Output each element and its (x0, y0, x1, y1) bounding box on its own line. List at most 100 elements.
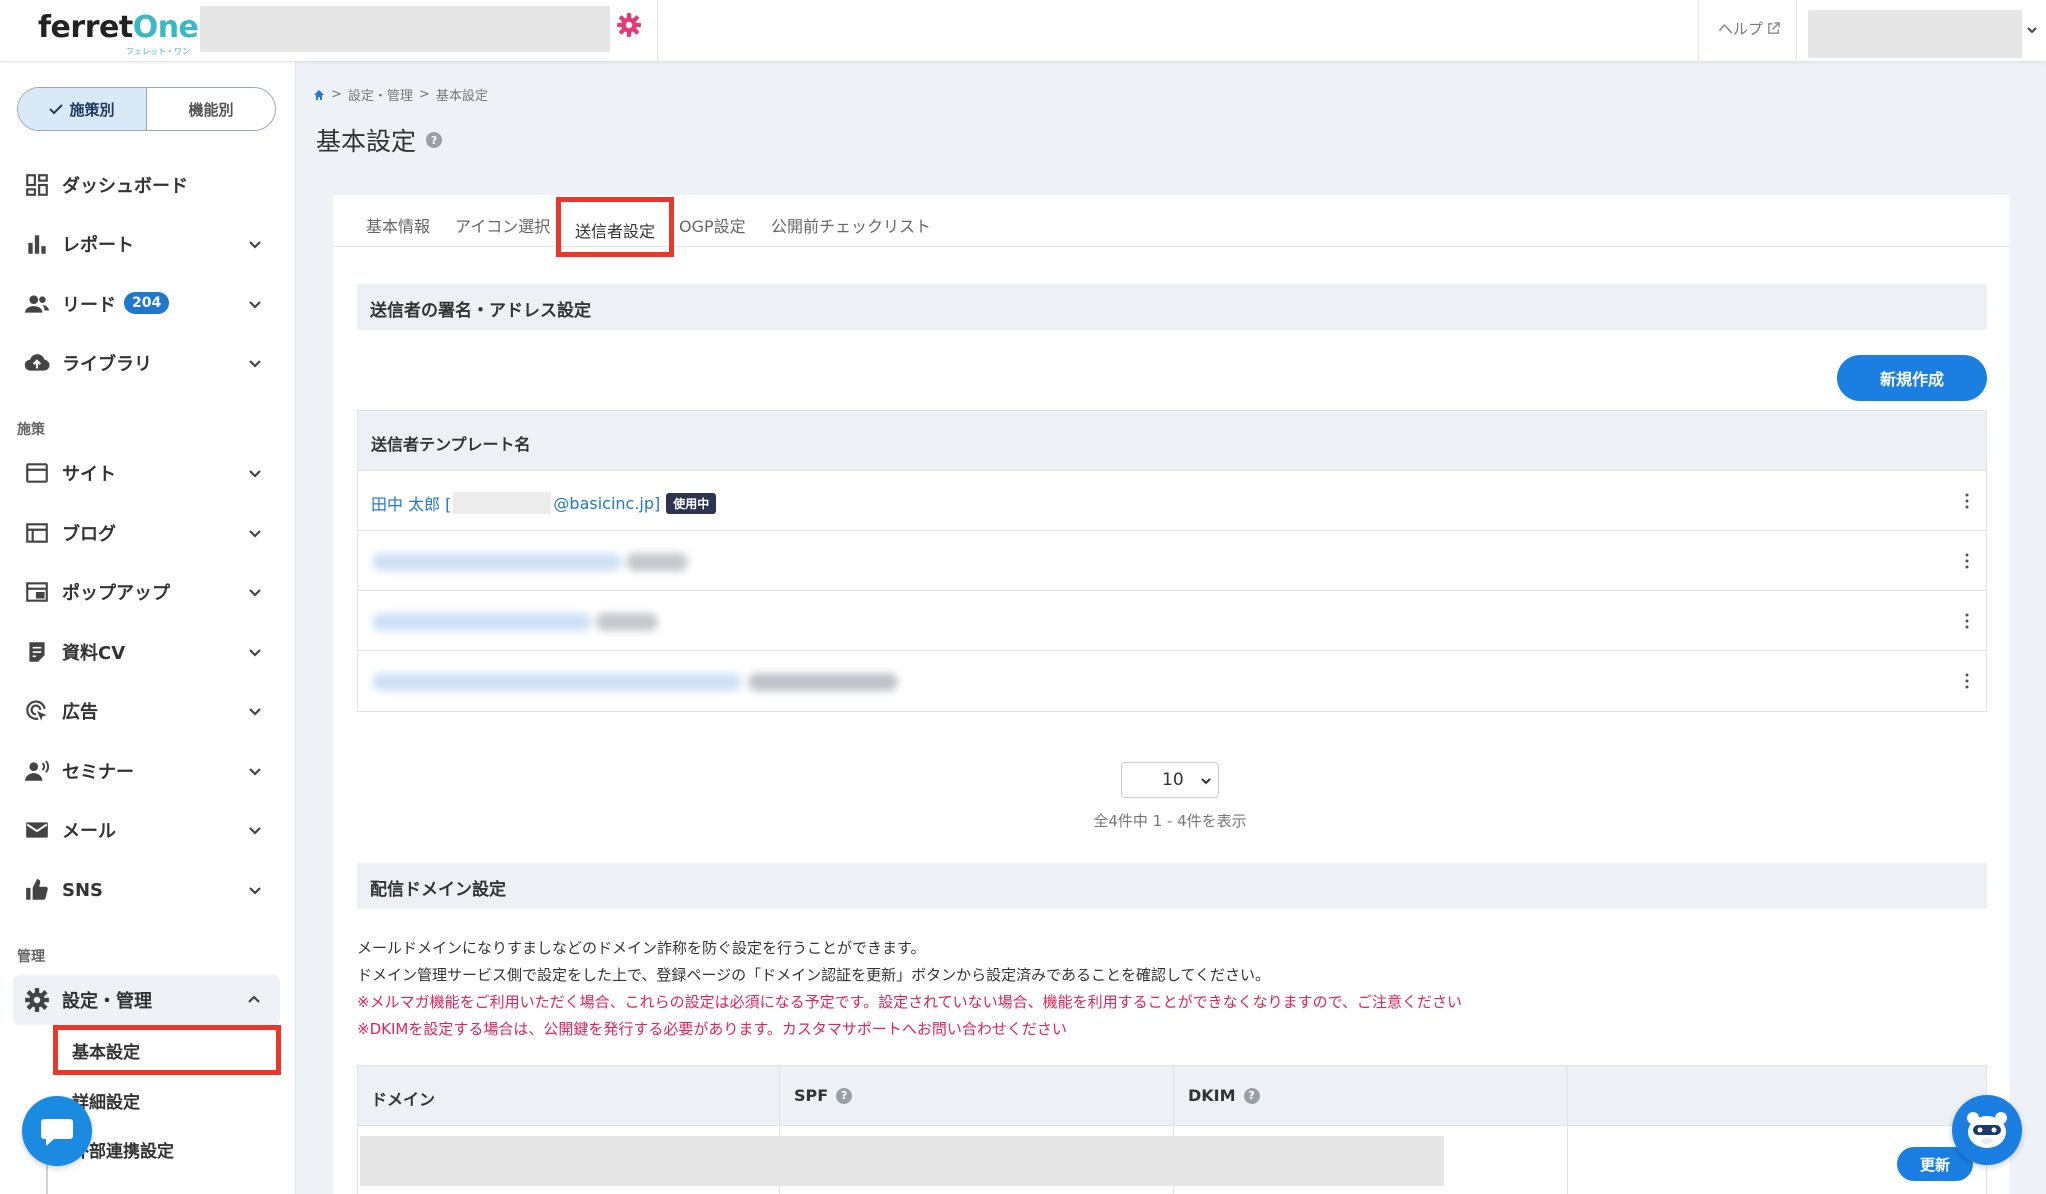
lead-count-badge: 204 (124, 292, 170, 314)
page-size-select[interactable]: 10 (1121, 762, 1219, 798)
sidebar: 施策別 機能別 ダッシュボード レポート リード 204 ライブラリ 施策 サイ… (0, 62, 296, 1194)
header-divider (657, 0, 658, 62)
domain-warning-line: ※DKIMを設定する場合は、公開鍵を発行する必要があります。カスタマサポートへお… (357, 1020, 1067, 1038)
user-menu[interactable] (1808, 10, 2022, 58)
sidebar-item-label: 設定・管理 (62, 991, 152, 1012)
more-options-icon[interactable] (1964, 491, 1970, 511)
sidebar-item-sns[interactable]: SNS (0, 865, 296, 915)
tab-bar: 基本情報 アイコン選択 送信者設定 OGP設定 公開前チェックリスト (333, 195, 2010, 257)
blurred-sender-name (372, 553, 622, 571)
mail-icon (26, 822, 48, 838)
chat-support-button[interactable] (22, 1096, 92, 1166)
domain-table: ドメイン SPF? DKIM? (357, 1065, 1987, 1194)
page-title: 基本設定 ? (316, 122, 443, 158)
blog-icon (26, 523, 48, 543)
sidebar-item-mail[interactable]: メール (0, 805, 296, 855)
header-divider (1796, 0, 1797, 62)
help-question-icon[interactable]: ? (836, 1087, 853, 1104)
tab-icon-select[interactable]: アイコン選択 (455, 213, 550, 237)
more-options-icon[interactable] (1964, 611, 1970, 631)
thumbs-up-icon (26, 879, 48, 900)
chevron-down-icon (249, 708, 261, 716)
speaker-icon (25, 760, 50, 781)
sidebar-item-label: ポップアップ (62, 583, 170, 604)
chevron-down-icon (249, 649, 261, 657)
col-dkim-label: DKIM (1188, 1086, 1236, 1105)
sidebar-item-lead[interactable]: リード 204 (0, 279, 296, 329)
table-row[interactable] (358, 531, 1986, 591)
mode-active-label: 施策別 (69, 100, 115, 119)
sidebar-item-label: リード (62, 295, 116, 316)
domain-desc-line: ドメイン管理サービス側で設定をした上で、登録ページの「ドメイン認証を更新」ボタン… (357, 966, 1271, 984)
assistant-bot-button[interactable] (1952, 1095, 2022, 1165)
col-spf: SPF? (794, 1086, 853, 1105)
table-row[interactable] (358, 591, 1986, 651)
ferret-one-logo[interactable]: ferretOne フェレット・ワン (38, 10, 199, 56)
domain-section-title: 配信ドメイン設定 (357, 863, 1987, 909)
sidebar-item-label: SNS (62, 879, 103, 901)
tab-ogp-settings[interactable]: OGP設定 (679, 213, 746, 237)
header-divider (1698, 0, 1699, 62)
table-row[interactable] (358, 651, 1986, 711)
chevron-down-icon (249, 589, 261, 597)
sidebar-item-popup[interactable]: ポップアップ (0, 567, 296, 617)
sidebar-item-library[interactable]: ライブラリ (0, 338, 296, 388)
mode-by-function-button[interactable]: 機能別 (147, 88, 275, 130)
in-use-badge: 使用中 (666, 492, 717, 514)
more-options-icon[interactable] (1964, 671, 1970, 691)
breadcrumb-separator: > (418, 87, 430, 102)
sidebar-item-seminar[interactable]: セミナー (0, 746, 296, 796)
dashboard-icon (26, 174, 48, 196)
sidebar-item-site[interactable]: サイト (0, 448, 296, 498)
domain-desc-line: メールドメインになりすましなどのドメイン詐称を防ぐ設定を行うことができます。 (357, 939, 926, 957)
users-icon (25, 295, 49, 313)
help-question-icon[interactable]: ? (426, 132, 443, 148)
site-selector[interactable] (200, 6, 610, 52)
mode-by-measure-button[interactable]: 施策別 (18, 88, 147, 130)
mode-toggle: 施策別 機能別 (17, 87, 276, 131)
help-link[interactable]: ヘルプ (1718, 18, 1780, 39)
domain-description: メールドメインになりすましなどのドメイン詐称を防ぐ設定を行うことができます。 ド… (357, 935, 1462, 1043)
logo-text: ferret (38, 10, 133, 45)
chevron-down-icon (249, 887, 261, 895)
home-icon[interactable] (313, 89, 325, 101)
popup-icon (26, 582, 48, 602)
subnav-label: 基本設定 (72, 1043, 140, 1063)
new-sender-button[interactable]: 新規作成 (1837, 355, 1987, 401)
tab-basic-info[interactable]: 基本情報 (366, 213, 430, 237)
more-options-icon[interactable] (1964, 551, 1970, 571)
logo-subtext: フェレット・ワン (126, 47, 190, 56)
breadcrumb-separator: > (331, 87, 342, 102)
blurred-badge (596, 613, 658, 631)
sender-section-title: 送信者の署名・アドレス設定 (357, 284, 1987, 330)
sidebar-item-report[interactable]: レポート (0, 219, 296, 269)
help-question-icon[interactable]: ? (1243, 1087, 1260, 1104)
breadcrumb-current: 基本設定 (435, 89, 488, 104)
sidebar-item-dashboard[interactable]: ダッシュボード (0, 160, 296, 210)
tab-prepublish-checklist[interactable]: 公開前チェックリスト (771, 213, 931, 237)
chevron-down-icon[interactable] (2026, 24, 2038, 36)
chevron-down-icon (249, 530, 261, 538)
sender-address-suffix[interactable]: @basicinc.jp] (553, 494, 660, 513)
cloud-upload-icon (24, 354, 50, 371)
logo-text-accent: One (132, 10, 199, 45)
sidebar-item-label: レポート (62, 235, 134, 256)
sidebar-item-settings[interactable]: 設定・管理 (13, 975, 280, 1025)
gear-icon[interactable] (616, 12, 642, 38)
chat-bubble-icon (41, 1119, 73, 1146)
sidebar-item-label: 資料CV (62, 643, 126, 664)
sidebar-item-blog[interactable]: ブログ (0, 508, 296, 558)
breadcrumb-parent[interactable]: 設定・管理 (348, 85, 413, 104)
sidebar-item-document-cv[interactable]: 資料CV (0, 627, 296, 677)
sidebar-item-label: ダッシュボード (62, 176, 188, 197)
sidebar-item-label: セミナー (62, 762, 134, 783)
sidebar-item-ads[interactable]: 広告 (0, 686, 296, 736)
tab-sender-settings[interactable]: 送信者設定 (556, 197, 675, 257)
sender-name-link[interactable]: 田中 太郎 [ (371, 491, 451, 515)
table-row[interactable]: 田中 太郎 [ @basicinc.jp] 使用中 (358, 471, 1986, 531)
sender-template-table: 送信者テンプレート名 田中 太郎 [ @basicinc.jp] 使用中 (357, 410, 1987, 712)
breadcrumb: > 設定・管理 > 基本設定 (313, 85, 488, 104)
subnav-basic-settings[interactable]: 基本設定 (53, 1025, 281, 1075)
browser-icon (26, 463, 48, 483)
page-size-value: 10 (1162, 770, 1184, 790)
